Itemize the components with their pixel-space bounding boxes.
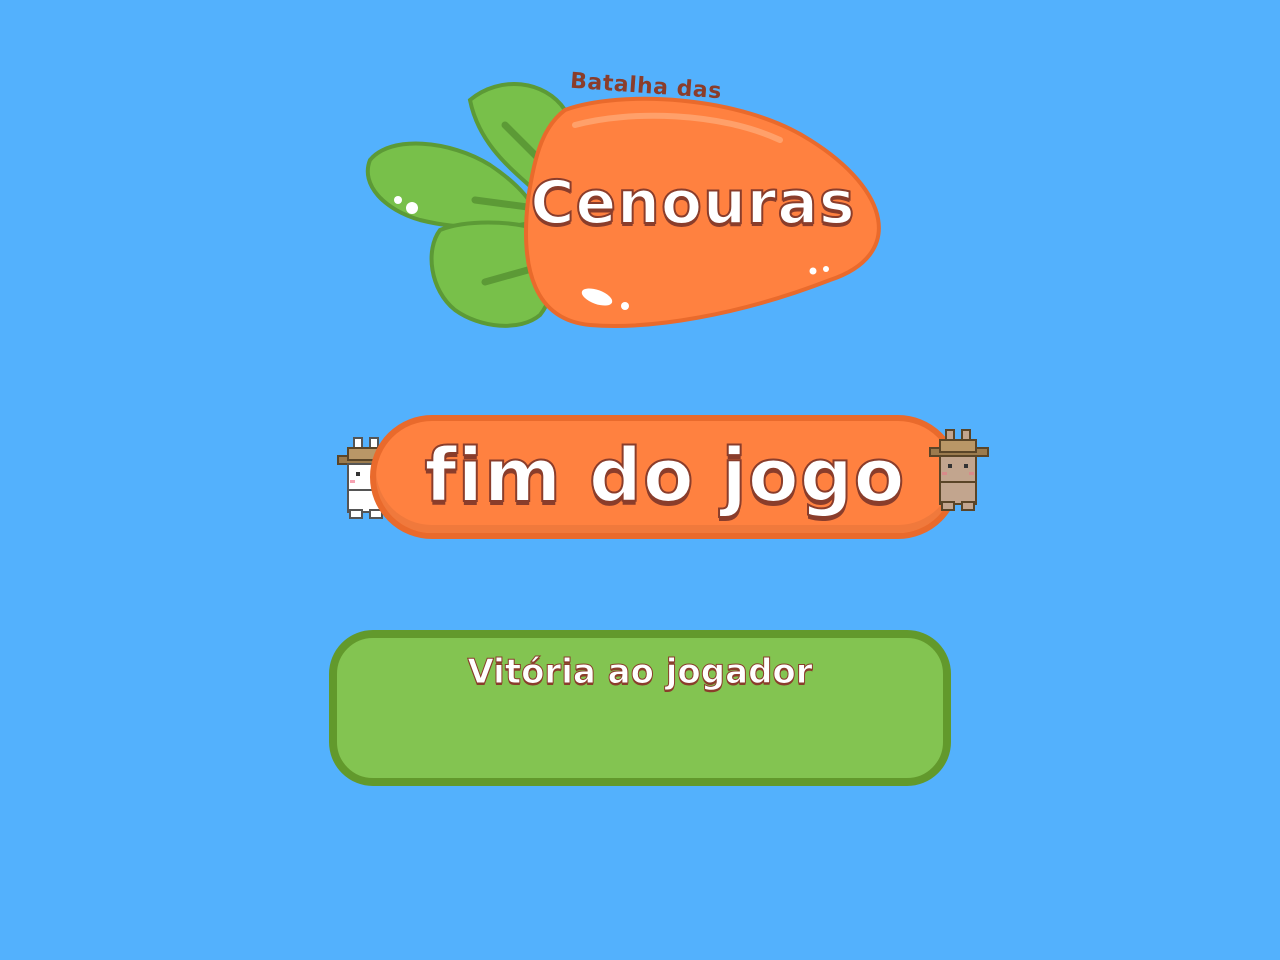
logo-title: Cenouras (529, 167, 856, 239)
bunny-farmer-brown-icon (926, 428, 992, 522)
result-message: Vitória ao jogador (467, 652, 813, 693)
result-panel: Vitória ao jogador (329, 630, 951, 786)
game-over-banner: fim do jogo (370, 415, 960, 539)
game-over-title: fim do jogo (423, 432, 906, 520)
game-logo: Batalha das Cenouras (360, 69, 900, 340)
